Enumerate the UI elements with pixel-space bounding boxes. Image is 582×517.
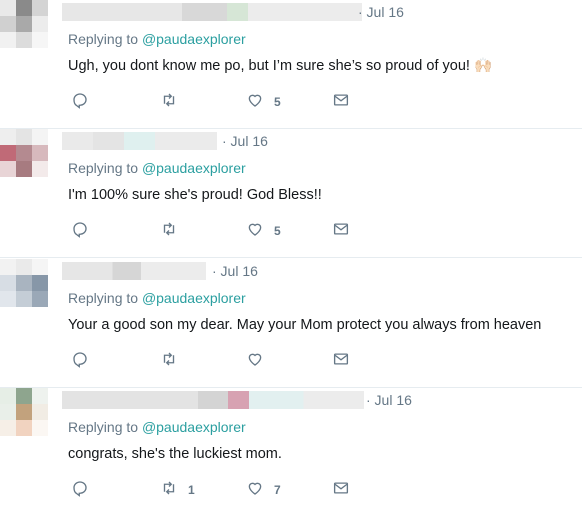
avatar[interactable] — [0, 388, 48, 436]
tweet-actions: 1 7 — [68, 479, 368, 501]
tweet-header: · Jul 16 — [62, 388, 572, 410]
replying-to: Replying to @paudaexplorer — [68, 159, 246, 177]
replying-to: Replying to @paudaexplorer — [68, 289, 246, 307]
mention-link[interactable]: @paudaexplorer — [142, 31, 246, 47]
heart-icon — [246, 220, 264, 243]
direct-message-button[interactable] — [332, 91, 350, 113]
mention-link[interactable]: @paudaexplorer — [142, 160, 246, 176]
author-name[interactable] — [62, 262, 206, 280]
tweet[interactable]: · Jul 16 Replying to @paudaexplorer Your… — [0, 259, 582, 388]
direct-message-button[interactable] — [332, 479, 350, 501]
replying-to-label: Replying to — [68, 419, 139, 435]
tweet[interactable]: · Jul 16 Replying to @paudaexplorer cong… — [0, 388, 582, 517]
retweet-icon — [160, 91, 178, 114]
like-button[interactable] — [246, 350, 274, 372]
retweet-button[interactable] — [160, 350, 188, 372]
like-button[interactable]: 5 — [246, 91, 281, 113]
avatar[interactable] — [0, 259, 48, 307]
reply-button[interactable] — [71, 479, 99, 501]
replying-to-label: Replying to — [68, 31, 139, 47]
envelope-icon — [332, 479, 350, 502]
retweet-button[interactable] — [160, 220, 188, 242]
envelope-icon — [332, 220, 350, 243]
like-count: 5 — [274, 224, 281, 238]
heart-icon — [246, 91, 264, 114]
avatar[interactable] — [0, 129, 48, 177]
tweet-text: Your a good son my dear. May your Mom pr… — [68, 317, 542, 333]
envelope-icon — [332, 91, 350, 114]
reply-icon — [71, 91, 89, 114]
tweet-date[interactable]: · Jul 16 — [212, 262, 258, 280]
tweet-date[interactable]: · Jul 16 — [222, 132, 268, 150]
tweet-header: · Jul 16 — [62, 129, 572, 151]
reply-button[interactable] — [71, 220, 99, 242]
tweet-date[interactable]: · Jul 16 — [358, 3, 404, 21]
like-button[interactable]: 5 — [246, 220, 281, 242]
tweet-actions: 5 — [68, 220, 368, 242]
mention-link[interactable]: @paudaexplorer — [142, 419, 246, 435]
like-button[interactable]: 7 — [246, 479, 281, 501]
tweet-actions — [68, 350, 368, 372]
replying-to: Replying to @paudaexplorer — [68, 30, 246, 48]
retweet-icon — [160, 220, 178, 243]
retweet-icon — [160, 479, 178, 502]
reply-button[interactable] — [71, 91, 99, 113]
heart-icon — [246, 350, 264, 373]
author-name[interactable] — [62, 391, 364, 409]
tweet-date[interactable]: · Jul 16 — [366, 391, 412, 409]
tweet-text: congrats, she's the luckiest mom. — [68, 446, 282, 462]
like-count: 7 — [274, 483, 281, 497]
tweet[interactable]: · Jul 16 Replying to @paudaexplorer I'm … — [0, 129, 582, 258]
retweet-button[interactable]: 1 — [160, 479, 195, 501]
tweet[interactable]: · Jul 16 Replying to @paudaexplorer Ugh,… — [0, 0, 582, 129]
retweet-count: 1 — [188, 483, 195, 497]
heart-icon — [246, 479, 264, 502]
envelope-icon — [332, 350, 350, 373]
tweet-header: · Jul 16 — [62, 259, 572, 281]
tweet-header: · Jul 16 — [62, 0, 572, 22]
mention-link[interactable]: @paudaexplorer — [142, 290, 246, 306]
direct-message-button[interactable] — [332, 350, 350, 372]
replying-to: Replying to @paudaexplorer — [68, 418, 246, 436]
author-name[interactable] — [62, 3, 362, 21]
retweet-icon — [160, 350, 178, 373]
reply-icon — [71, 220, 89, 243]
like-count: 5 — [274, 95, 281, 109]
avatar[interactable] — [0, 0, 48, 48]
reply-icon — [71, 350, 89, 373]
reply-icon — [71, 479, 89, 502]
tweet-text: Ugh, you dont know me po, but I’m sure s… — [68, 58, 493, 74]
author-name[interactable] — [62, 132, 217, 150]
direct-message-button[interactable] — [332, 220, 350, 242]
replying-to-label: Replying to — [68, 290, 139, 306]
reply-button[interactable] — [71, 350, 99, 372]
tweet-text: I'm 100% sure she's proud! God Bless!! — [68, 187, 322, 203]
tweet-actions: 5 — [68, 91, 368, 113]
replying-to-label: Replying to — [68, 160, 139, 176]
retweet-button[interactable] — [160, 91, 188, 113]
